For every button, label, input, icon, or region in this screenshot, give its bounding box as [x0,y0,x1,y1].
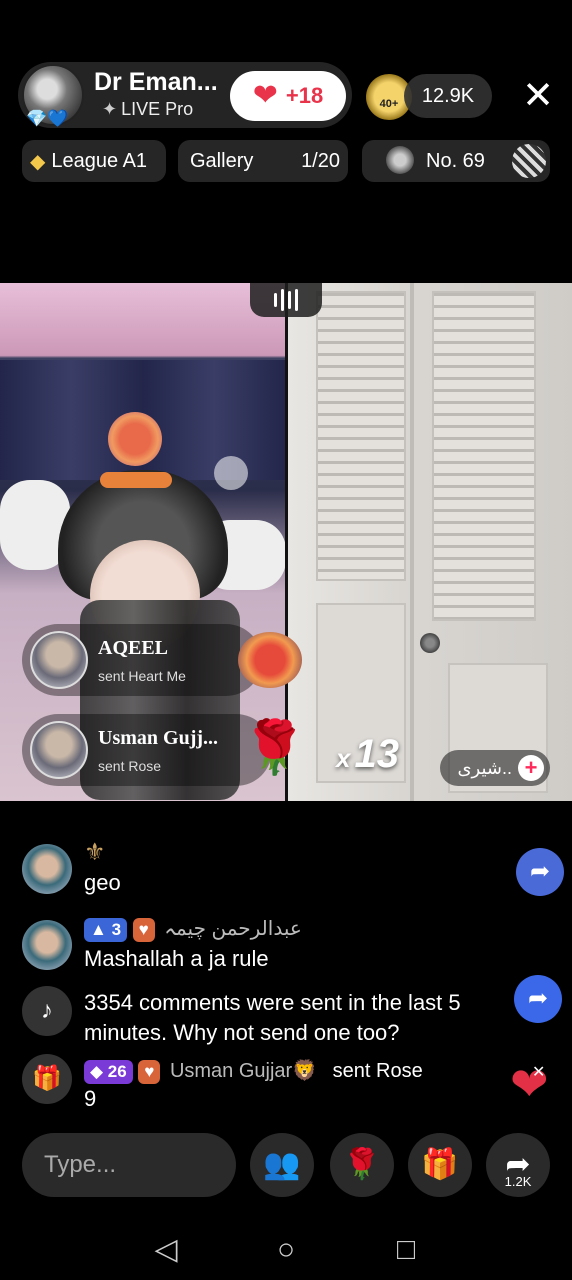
avatar[interactable] [22,920,72,970]
back-icon[interactable]: ◁ [144,1228,188,1272]
gift-notification[interactable]: Usman Gujj... sent Rose [22,714,272,786]
diamond-icon: ◆ [30,150,46,173]
like-button[interactable]: ❤ +18 [230,71,346,121]
door-seam [410,283,414,801]
people-icon[interactable]: 👥 [250,1133,314,1197]
door-louver [316,291,406,581]
host-badges: 💎💙 [26,109,69,128]
commenter-name: ⚜ [84,839,106,866]
rose-icon[interactable]: 🌹 [330,1133,394,1197]
viewer-count[interactable]: 12.9K [404,74,492,118]
avatar[interactable] [22,844,72,894]
rose-gift-icon: 🌹 [242,719,307,777]
gift-box-icon: 🎁 [22,1054,72,1104]
guest-name: شيرى.. [457,757,512,778]
close-icon[interactable]: ✕ [532,1062,545,1082]
heart-me-gift-icon [238,632,302,688]
commenter-name[interactable]: عبدالرحمن چیمہ [164,918,302,940]
gift-count: 9 [84,1086,97,1111]
door-knob [420,633,440,653]
share-arrow-icon[interactable]: ➦ [514,975,562,1023]
comment-input[interactable] [22,1133,236,1197]
system-message: 3354 comments were sent in the last 5 mi… [84,990,461,1045]
heart-icon: ❤ [252,79,278,112]
guest-video[interactable] [288,283,572,801]
gift-action: sent Rose [332,1060,423,1082]
comment-text: Mashallah a ja rule [84,946,269,971]
door-louver [432,291,536,621]
touch-indicator [214,456,248,490]
avatar [30,721,88,779]
gallery-page: 1/20 [301,149,340,172]
recents-icon[interactable]: □ [384,1228,428,1272]
tiktok-icon: ♪ [22,986,72,1036]
gift-combo-count: x 13 [336,732,399,776]
host-name[interactable]: Dr Eman... [94,68,224,97]
share-arrow-icon[interactable]: ➦ [516,848,564,896]
guest-follow-chip[interactable]: شيرى.. + [440,750,550,786]
gift-icon[interactable]: 🎁 [408,1133,472,1197]
level-badge: ▲ 3 [84,917,128,942]
fan-badge: ♥1 [132,917,155,942]
audio-bars-icon[interactable] [250,283,322,317]
gift-event-meta: ◆ 26 ♥11 Usman Gujjar🦁 sent Rose [84,1058,423,1084]
comment-text: geo [84,870,121,895]
host-subtitle: ✦ LIVE Pro [102,99,194,119]
rank-avatar-icon [386,146,414,174]
helmet-icon [512,144,546,178]
like-count: +18 [285,83,324,108]
pin-badge-label [100,472,172,488]
home-icon[interactable]: ○ [264,1228,308,1272]
level-badge: ◆ 26 [84,1059,133,1084]
gifter-name[interactable]: Usman Gujjar🦁 [170,1060,317,1082]
sparkle-icon: ✦ [102,99,118,119]
fan-badge: ♥11 [138,1059,161,1084]
plus-icon[interactable]: + [518,755,544,781]
avatar [30,631,88,689]
close-icon[interactable]: ✕ [518,74,558,118]
pin-badge-icon[interactable] [108,412,162,466]
share-count: 1.2K [504,1174,532,1189]
gift-notification[interactable]: AQEEL sent Heart Me [22,624,262,696]
comment-meta: ▲ 3 ♥1 عبدالرحمن چیمہ [84,916,302,942]
gallery-chip[interactable]: Gallery 1/20 [178,140,348,182]
league-chip[interactable]: ◆ League A1 [22,140,166,182]
